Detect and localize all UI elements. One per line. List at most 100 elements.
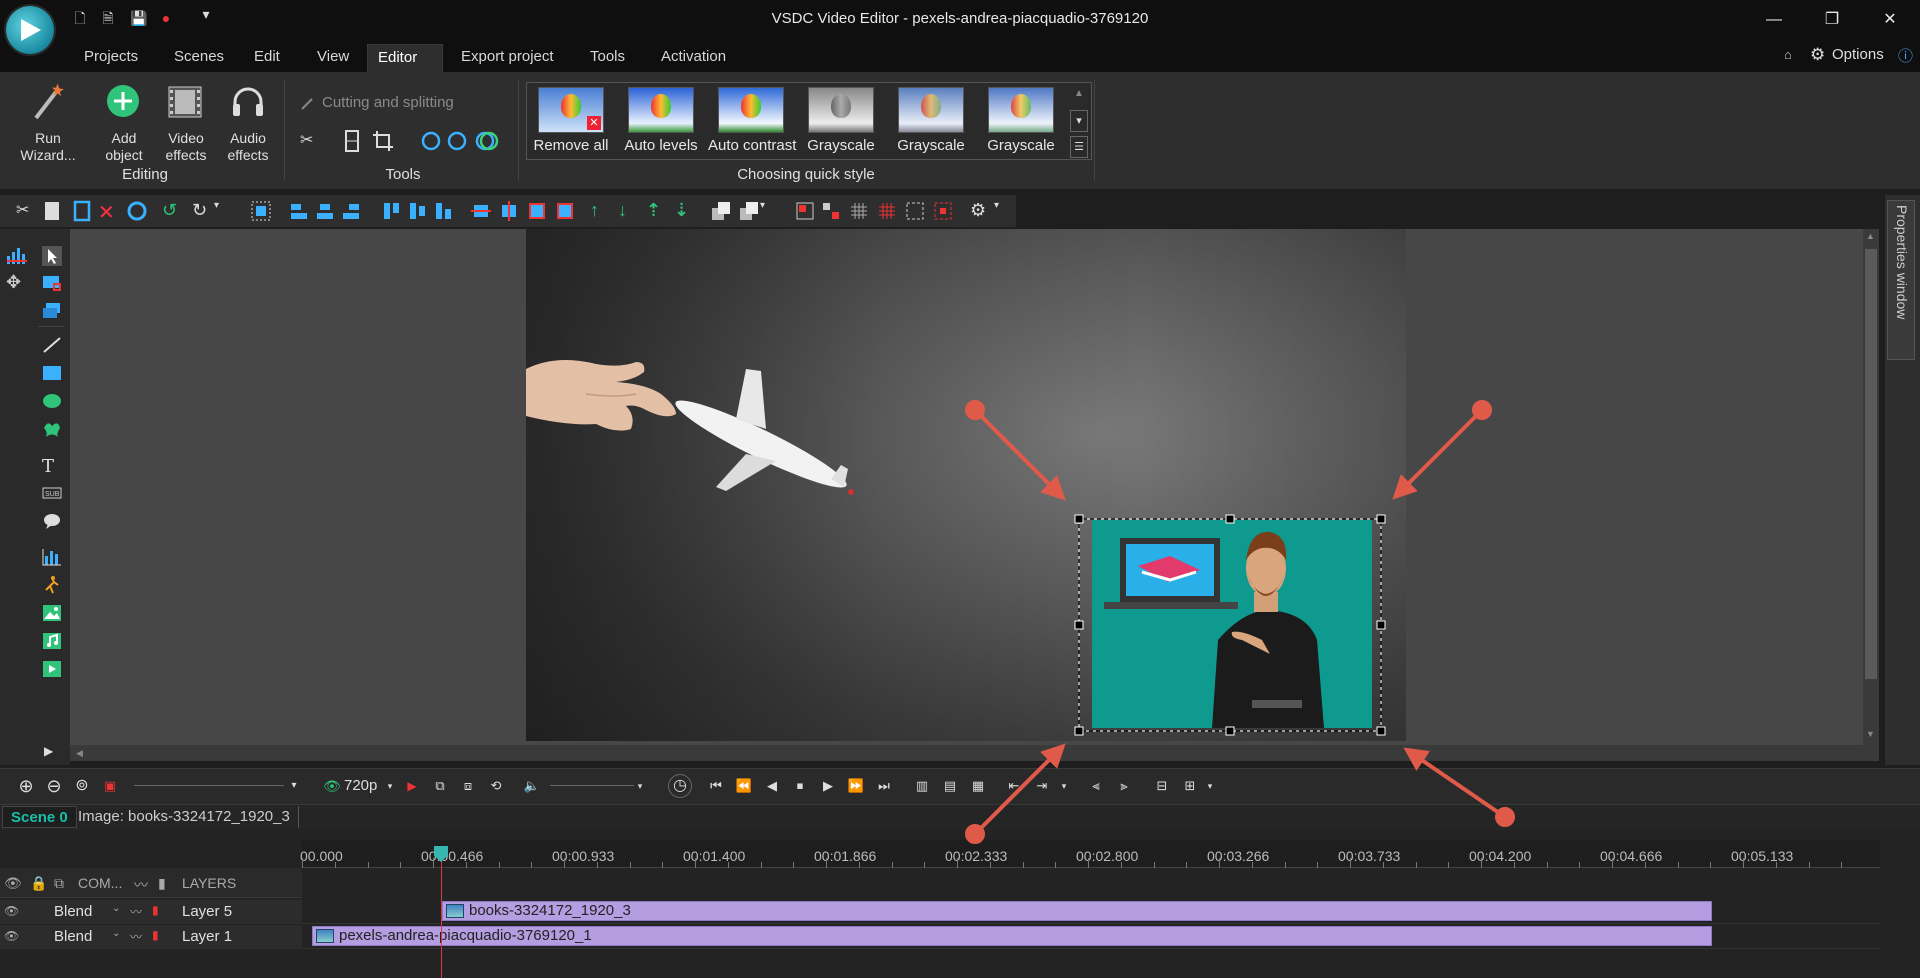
zoom-slider[interactable]: [134, 785, 284, 786]
close-button[interactable]: ✕: [1870, 6, 1910, 34]
align-clips-2-icon[interactable]: ⫸: [1114, 776, 1134, 796]
mark-header-icon[interactable]: ▮: [158, 875, 166, 892]
sprite-icon[interactable]: [42, 274, 62, 292]
collapse-ribbon-icon[interactable]: ⌂: [1784, 47, 1792, 62]
fit-timeline-icon[interactable]: ▣: [100, 776, 120, 796]
resolution-dropdown-icon[interactable]: ▾: [380, 776, 400, 796]
blend-dropdown-icon[interactable]: ⌄: [112, 928, 120, 939]
snap-clips-2-icon[interactable]: ⊞: [1180, 776, 1200, 796]
go-to-start-icon[interactable]: ⏮: [706, 776, 726, 796]
play-preview-icon[interactable]: ▶: [402, 776, 422, 796]
pointer-icon[interactable]: [42, 246, 62, 266]
rotate-90-icon[interactable]: [420, 130, 442, 152]
scene-preview[interactable]: [526, 229, 1406, 741]
blend-dropdown-icon[interactable]: ⌄: [112, 903, 120, 914]
prev-marker-icon[interactable]: ⇤: [1004, 776, 1024, 796]
move-up-icon[interactable]: ↑: [590, 200, 612, 222]
audio-effects-button[interactable]: Audio effects: [218, 80, 278, 180]
marker-a-icon[interactable]: ▥: [912, 776, 932, 796]
ellipse-icon[interactable]: [42, 392, 62, 410]
menu-scenes[interactable]: Scenes: [164, 44, 234, 72]
guide-red-icon[interactable]: [932, 200, 954, 222]
track-visibility-icon[interactable]: 👁: [4, 929, 19, 943]
layers-object-icon[interactable]: [42, 302, 62, 320]
visibility-header-icon[interactable]: 👁: [4, 875, 22, 892]
add-object-button[interactable]: Add object: [96, 80, 152, 180]
next-marker-icon[interactable]: ⇥: [1032, 776, 1052, 796]
gallery-scroll-down-icon[interactable]: ▾: [1070, 110, 1088, 132]
quick-style-auto-levels[interactable]: Auto levels: [618, 87, 704, 157]
snap-dropdown-icon[interactable]: ▾: [1200, 776, 1220, 796]
selection-box[interactable]: [526, 229, 1406, 741]
marker-dropdown-icon[interactable]: ▾: [1054, 776, 1074, 796]
undo-icon[interactable]: ↺: [162, 200, 184, 222]
scissors-tool-icon[interactable]: ✂: [300, 130, 322, 152]
layer-name[interactable]: Layer 5: [182, 903, 232, 920]
restore-button[interactable]: ❐: [1812, 6, 1852, 34]
record-icon[interactable]: ●: [158, 10, 174, 26]
run-wizard-button[interactable]: Run Wizard...: [20, 80, 76, 180]
audio-header-icon[interactable]: 〰: [134, 875, 148, 895]
blend-mode-select[interactable]: Blend: [54, 903, 92, 920]
horizontal-scrollbar[interactable]: ◀: [70, 745, 1863, 761]
audio-icon[interactable]: [42, 632, 62, 650]
menu-tools[interactable]: Tools: [580, 44, 635, 72]
snap-icon-2[interactable]: [820, 200, 842, 222]
callout-icon[interactable]: [42, 512, 62, 530]
blend-mode-select[interactable]: Blend: [54, 928, 92, 945]
menu-editor[interactable]: Editor: [367, 44, 443, 72]
settings-dropdown-icon[interactable]: ▾: [994, 200, 1016, 222]
strip-expand-icon[interactable]: ▶: [44, 744, 53, 758]
tab-image-object[interactable]: Image: books-3324172_1920_3: [70, 806, 299, 828]
image-icon[interactable]: [42, 604, 62, 622]
redo-dropdown-icon[interactable]: ▾: [214, 200, 236, 222]
same-width-icon[interactable]: [470, 200, 492, 222]
subtitles-icon[interactable]: SUB: [42, 484, 62, 502]
send-to-back-icon[interactable]: ⇣: [674, 200, 696, 222]
scroll-up-icon[interactable]: ▲: [1866, 231, 1875, 241]
app-logo-icon[interactable]: [6, 6, 54, 54]
copy-icon[interactable]: [42, 200, 64, 222]
quick-style-grayscale-3[interactable]: Grayscale: [978, 87, 1064, 157]
animation-icon[interactable]: [42, 576, 62, 594]
menu-export-project[interactable]: Export project: [451, 44, 564, 72]
resolution-select[interactable]: 720p: [344, 777, 377, 794]
quick-style-remove-all[interactable]: ✕ Remove all: [528, 87, 614, 157]
trim-tool-icon[interactable]: [342, 130, 364, 152]
playhead-line[interactable]: [441, 846, 442, 978]
align-clips-icon[interactable]: ⫷: [1086, 776, 1106, 796]
new-project-icon[interactable]: 🗋: [72, 10, 88, 26]
fit-size-icon[interactable]: [554, 200, 576, 222]
align-middle-icon[interactable]: [406, 200, 428, 222]
move-down-icon[interactable]: ↓: [618, 200, 640, 222]
split-icon[interactable]: ⧉: [430, 776, 450, 796]
menu-activation[interactable]: Activation: [651, 44, 736, 72]
redo-icon[interactable]: ↻: [192, 200, 214, 222]
delete-icon[interactable]: ✕: [98, 200, 120, 224]
same-size-icon[interactable]: [526, 200, 548, 222]
bring-to-front-icon[interactable]: ⇡: [646, 200, 668, 222]
move-canvas-icon[interactable]: ✥: [6, 272, 26, 292]
volume-dropdown-icon[interactable]: ▾: [630, 776, 650, 796]
menu-view[interactable]: View: [307, 44, 359, 72]
same-height-icon[interactable]: [498, 200, 520, 222]
paste-icon[interactable]: [72, 200, 94, 222]
zoom-dropdown-icon[interactable]: ▾: [284, 776, 304, 796]
go-to-end-icon[interactable]: ⏭: [874, 776, 894, 796]
prev-frame-icon[interactable]: ◀: [762, 776, 782, 796]
settings-gear-icon[interactable]: ⚙: [970, 200, 992, 222]
track-audio-icon[interactable]: 〰: [130, 928, 142, 945]
marker-c-icon[interactable]: ▦: [968, 776, 988, 796]
quick-style-grayscale-2[interactable]: Grayscale: [888, 87, 974, 157]
quick-style-auto-contrast[interactable]: Auto contrast: [708, 87, 796, 157]
quick-style-grayscale-1[interactable]: Grayscale: [798, 87, 884, 157]
zoom-in-icon[interactable]: ⊕: [16, 776, 36, 796]
scroll-left-icon[interactable]: ◀: [76, 748, 83, 759]
rotate-back-icon[interactable]: [446, 130, 468, 152]
track-mark-icon[interactable]: ▮: [152, 903, 159, 917]
preview-eye-icon[interactable]: 👁: [322, 776, 342, 796]
video-effects-button[interactable]: Video effects: [156, 80, 216, 180]
rectangle-icon[interactable]: [42, 364, 62, 382]
zoom-corner-icon[interactable]: [1863, 745, 1879, 761]
group-icon[interactable]: [710, 200, 732, 222]
